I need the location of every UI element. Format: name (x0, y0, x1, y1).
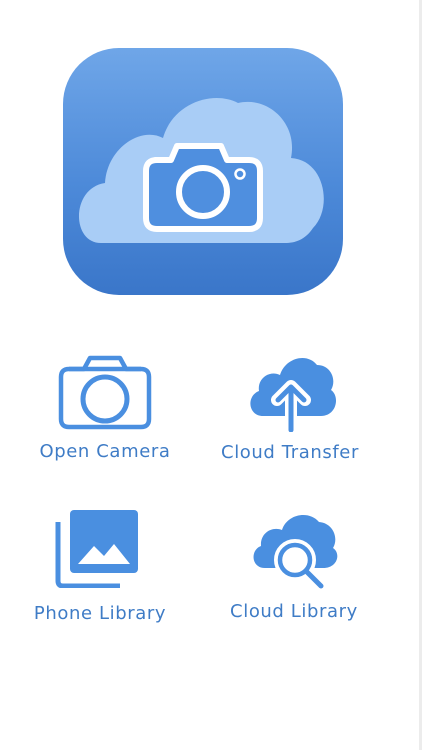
cloud-upload-icon (245, 348, 337, 436)
photo-library-icon (54, 508, 140, 589)
cloud-library-button[interactable]: Cloud Library (219, 505, 369, 630)
cloud-search-icon (249, 508, 339, 592)
cloud-library-label: Cloud Library (230, 601, 358, 622)
cloud-transfer-button[interactable]: Cloud Transfer (215, 345, 365, 470)
phone-library-button[interactable]: Phone Library (25, 505, 175, 630)
camera-icon (57, 355, 153, 431)
phone-library-label: Phone Library (33, 603, 167, 624)
open-camera-label: Open Camera (39, 441, 171, 462)
app-logo (63, 48, 343, 295)
cloud-camera-icon (78, 98, 324, 243)
open-camera-button[interactable]: Open Camera (30, 350, 180, 470)
cloud-transfer-label: Cloud Transfer (221, 442, 359, 463)
